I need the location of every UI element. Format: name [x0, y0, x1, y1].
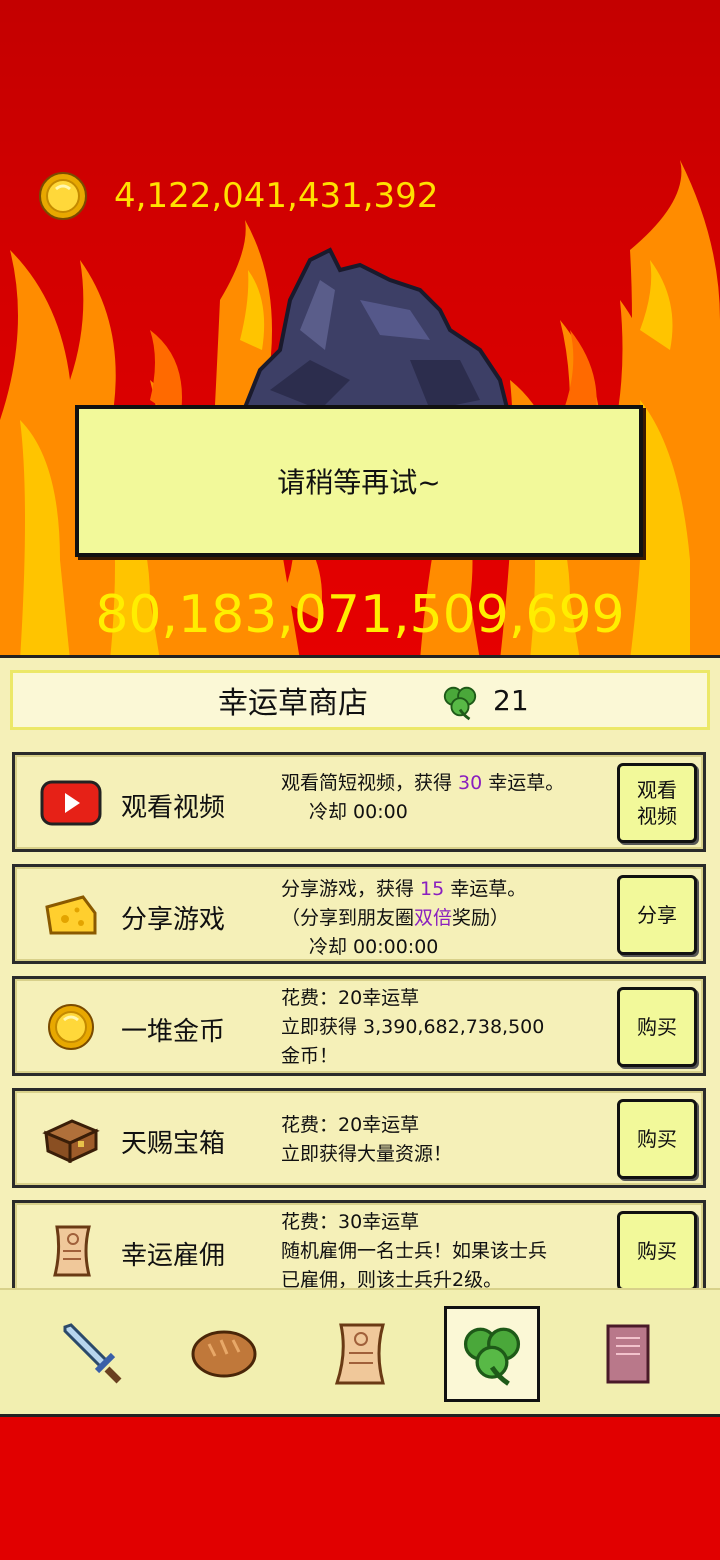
shop-title: 幸运草商店 — [218, 686, 368, 721]
shop-header: 幸运草商店 21 — [10, 670, 710, 730]
scroll-icon — [39, 1223, 103, 1279]
item-name: 观看视频 — [121, 793, 226, 823]
coin-counter: 4,122,041,431,392 — [38, 170, 438, 222]
shop-item-share-game: 分享游戏 分享游戏，获得 15 幸运草。 （分享到朋友圈双倍奖励） 冷却 00:… — [12, 864, 706, 964]
item-description: 花费：20幸运草 立即获得大量资源！ — [281, 1114, 453, 1165]
item-name: 天赐宝箱 — [121, 1129, 226, 1159]
tab-clover[interactable] — [444, 1306, 540, 1402]
sword-icon — [63, 1323, 122, 1384]
message-dialog: 请稍等再试~ — [75, 405, 643, 557]
shop-item-watch-video: 观看视频 观看简短视频，获得 30 幸运草。 冷却 00:00 观看 视频 — [12, 752, 706, 852]
buy-chest-button[interactable]: 购买 — [617, 1099, 697, 1179]
item-name: 幸运雇佣 — [121, 1241, 226, 1271]
tab-scroll[interactable] — [312, 1306, 408, 1402]
treasure-chest-icon — [39, 1111, 103, 1167]
item-description: 分享游戏，获得 15 幸运草。 （分享到朋友圈双倍奖励） 冷却 00:00:00 — [281, 878, 527, 958]
shop-item-treasure-chest: 天赐宝箱 花费：20幸运草 立即获得大量资源！ 购买 — [12, 1088, 706, 1188]
shop-item-lucky-hire: 幸运雇佣 花费：30幸运草 随机雇佣一名士兵！如果该士兵 已雇佣，则该士兵升2级… — [12, 1200, 706, 1300]
watch-video-button[interactable]: 观看 视频 — [617, 763, 697, 843]
clover-count: 21 — [493, 683, 529, 717]
scroll-icon — [334, 1323, 385, 1385]
message-text: 请稍等再试~ — [277, 466, 441, 499]
buy-coins-button[interactable]: 购买 — [617, 987, 697, 1067]
battle-scene: 4,122,041,431,392 请稍等再试~ 80,183,071,509,… — [0, 0, 720, 660]
tab-bread[interactable] — [176, 1306, 272, 1402]
video-play-icon — [39, 775, 103, 831]
item-description: 花费：30幸运草 随机雇佣一名士兵！如果该士兵 已雇佣，则该士兵升2级。 — [281, 1211, 548, 1291]
shop-panel: 幸运草商店 21 观看视频 观看简短视频，获得 30 幸运草。 冷却 00:00… — [0, 655, 720, 1417]
rock-monster[interactable] — [230, 240, 510, 420]
bread-icon — [191, 1330, 257, 1378]
buy-hire-button[interactable]: 购买 — [617, 1211, 697, 1291]
gold-coin-icon — [39, 172, 87, 220]
item-name: 分享游戏 — [121, 905, 226, 935]
shop-item-coin-pile: 一堆金币 花费：20幸运草 立即获得 3,390,682,738,500 金币！… — [12, 976, 706, 1076]
tab-book[interactable] — [580, 1306, 676, 1402]
tab-sword[interactable] — [44, 1306, 140, 1402]
item-name: 一堆金币 — [121, 1017, 226, 1047]
coin-amount: 4,122,041,431,392 — [114, 176, 439, 216]
book-icon — [606, 1324, 650, 1384]
boss-hp-amount: 80,183,071,509,699 — [95, 585, 625, 645]
item-description: 观看简短视频，获得 30 幸运草。 冷却 00:00 — [281, 772, 565, 823]
clover-icon — [463, 1327, 521, 1386]
cheese-icon — [39, 887, 103, 943]
share-button[interactable]: 分享 — [617, 875, 697, 955]
item-description: 花费：20幸运草 立即获得 3,390,682,738,500 金币！ — [281, 987, 545, 1067]
bottom-tab-bar — [0, 1288, 720, 1414]
gold-coin-icon — [39, 999, 103, 1055]
clover-icon — [443, 686, 477, 721]
